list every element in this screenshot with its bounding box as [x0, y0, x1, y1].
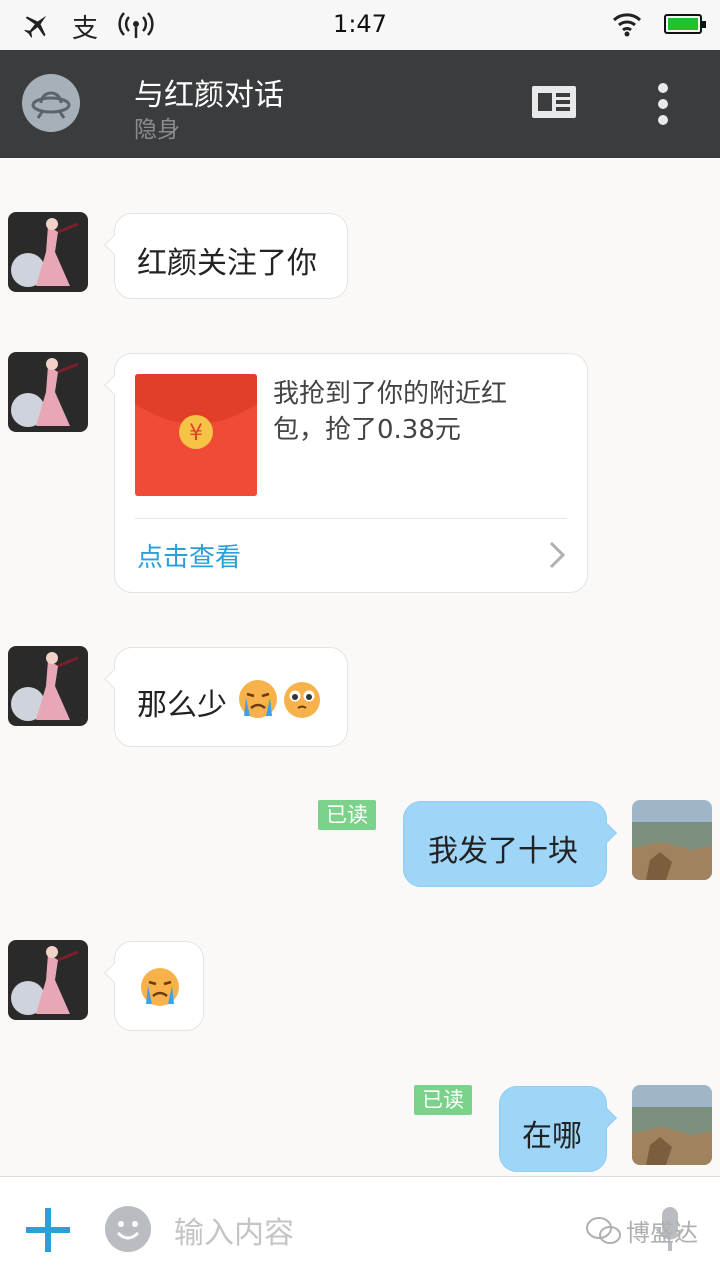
message-input[interactable]: 输入内容 [174, 1208, 294, 1252]
chat-title: 与红颜对话 [134, 78, 284, 113]
profile-card-icon[interactable] [530, 82, 578, 122]
emoji-picker-icon[interactable] [104, 1205, 152, 1253]
status-bar: 支 1:47 [0, 0, 720, 50]
wechat-logo-icon [586, 1217, 621, 1244]
message-bubble-incoming[interactable]: 那么少 [104, 647, 348, 747]
message-bubble-outgoing[interactable]: 在哪 [499, 1086, 617, 1172]
input-bar: 输入内容 博盛达 [0, 1176, 720, 1280]
contact-avatar[interactable] [22, 74, 80, 132]
read-receipt-badge: 已读 [318, 800, 376, 830]
divider [135, 518, 567, 519]
crying-emoji-icon [239, 680, 277, 718]
message-bubble-incoming[interactable]: 红颜关注了你 [104, 213, 348, 299]
contact-message-avatar[interactable] [8, 352, 88, 432]
contact-status: 隐身 [134, 117, 180, 143]
crying-emoji-icon [141, 968, 179, 1006]
chevron-right-icon [549, 541, 566, 569]
read-receipt-badge: 已读 [414, 1085, 472, 1115]
wifi-icon [612, 13, 642, 37]
red-packet-card[interactable]: ¥ 我抢到了你的附近红 包，抢了0.38元 点击查看 [104, 353, 588, 593]
my-message-avatar[interactable] [632, 800, 712, 880]
red-packet-image: ¥ [135, 374, 257, 496]
message-text: 那么少 [137, 688, 227, 723]
battery-icon [664, 14, 706, 34]
message-bubble-incoming[interactable] [104, 941, 204, 1031]
more-vertical-icon[interactable] [655, 82, 671, 126]
plus-icon[interactable] [26, 1208, 70, 1252]
pleading-emoji-icon [284, 682, 320, 718]
view-red-packet-link[interactable]: 点击查看 [137, 537, 241, 574]
red-packet-text: 我抢到了你的附近红 包，抢了0.38元 [273, 379, 508, 445]
my-message-avatar[interactable] [632, 1085, 712, 1165]
contact-message-avatar[interactable] [8, 212, 88, 292]
message-text: 红颜关注了你 [137, 246, 317, 281]
chat-header: 与红颜对话 隐身 [0, 50, 720, 158]
message-bubble-outgoing[interactable]: 我发了十块 [403, 801, 617, 887]
contact-message-avatar[interactable] [8, 646, 88, 726]
yuan-coin-icon: ¥ [189, 421, 203, 446]
watermark-text: 博盛达 [626, 1219, 698, 1247]
message-text: 我发了十块 [428, 834, 578, 869]
ufo-avatar-icon [31, 91, 71, 119]
message-text: 在哪 [522, 1119, 582, 1154]
contact-message-avatar[interactable] [8, 940, 88, 1020]
